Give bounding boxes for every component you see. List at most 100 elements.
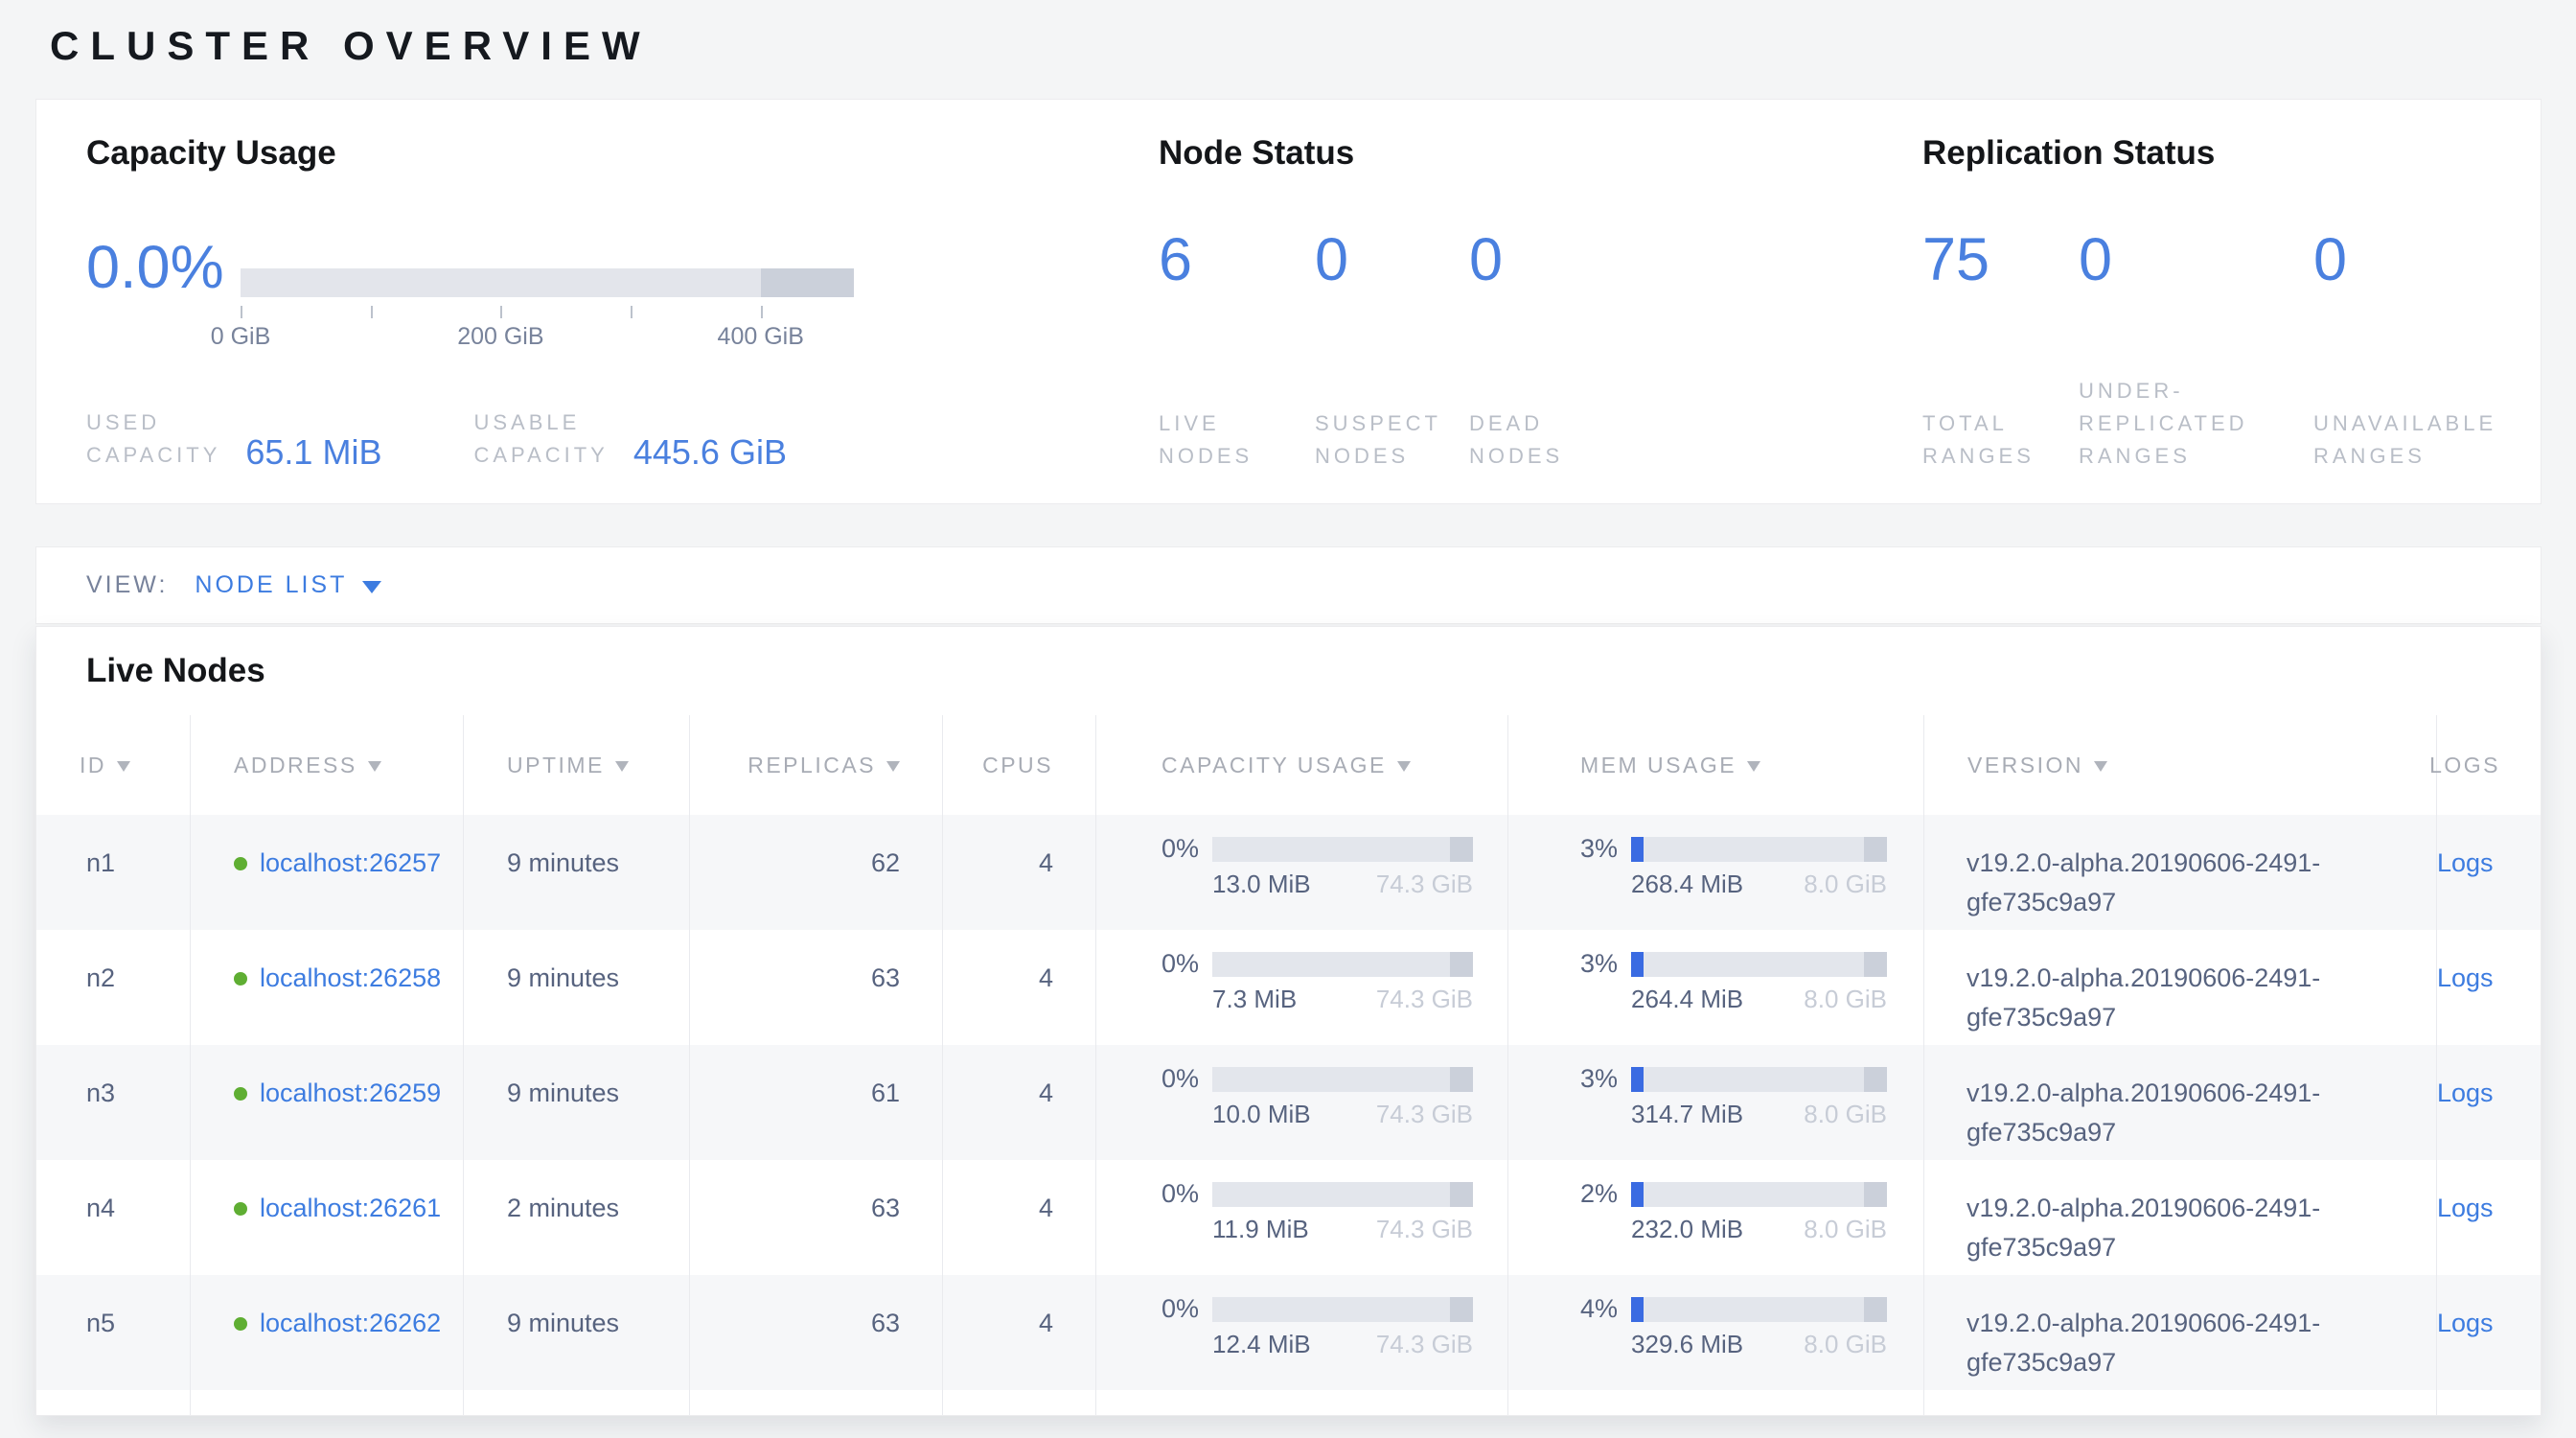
node-status-section: Node Status 6 LIVE NODES 0 SUSPECT NODES… <box>1159 134 1887 503</box>
mem-bar <box>1631 1067 1887 1092</box>
node-cpus: 4 <box>942 1160 1095 1275</box>
mem-bar <box>1631 837 1887 862</box>
column-header-uptime[interactable]: UPTIME <box>463 715 689 815</box>
capacity-bar <box>1212 837 1473 862</box>
sort-arrow-icon <box>2094 761 2107 772</box>
capacity-percent-value: 0.0% <box>86 238 224 298</box>
node-capacity-usage: 0% 10.0 MiB74.3 GiB <box>1095 1045 1507 1160</box>
node-id: n1 <box>36 815 190 930</box>
node-live-dot <box>234 1202 247 1216</box>
column-header-id[interactable]: ID <box>36 715 190 815</box>
chevron-down-icon <box>362 581 381 593</box>
total-ranges-count: 75 <box>1922 230 1990 290</box>
column-header-replicas[interactable]: REPLICAS <box>689 715 942 815</box>
suspect-nodes-count: 0 <box>1315 230 1348 290</box>
live-nodes-heading: Live Nodes <box>86 652 265 690</box>
used-capacity-stat: USED CAPACITY 65.1 MiB <box>86 406 381 472</box>
node-id: n4 <box>36 1160 190 1275</box>
node-cpus: 4 <box>942 815 1095 930</box>
capacity-usage-section: Capacity Usage 0.0% 0 GiB 200 GiB 400 Gi… <box>86 134 949 503</box>
under-replicated-ranges-label: UNDER- REPLICATED RANGES <box>2079 375 2248 473</box>
capacity-axis-ticks <box>241 306 854 319</box>
cluster-overview-page: CLUSTER OVERVIEW Capacity Usage 0.0% 0 G… <box>0 0 2576 1438</box>
logs-link[interactable]: Logs <box>2437 963 2494 992</box>
table-row: n5 localhost:26262 9 minutes 63 4 0% 12.… <box>36 1275 2542 1390</box>
logs-link[interactable]: Logs <box>2437 1078 2494 1107</box>
node-address-link[interactable]: localhost:26261 <box>260 1189 448 1228</box>
dead-nodes-label: DEAD NODES <box>1469 407 1563 473</box>
sort-arrow-icon <box>886 761 900 772</box>
capacity-bar <box>1212 1297 1473 1322</box>
column-header-capacity-usage[interactable]: CAPACITY USAGE <box>1095 715 1507 815</box>
logs-link[interactable]: Logs <box>2437 1194 2494 1222</box>
logs-link[interactable]: Logs <box>2437 848 2494 877</box>
axis-label-400gib: 400 GiB <box>718 323 804 351</box>
capacity-usage-bar <box>241 268 854 297</box>
capacity-usage-heading: Capacity Usage <box>86 134 949 173</box>
sort-arrow-icon <box>1747 761 1760 772</box>
node-cpus: 4 <box>942 1045 1095 1160</box>
live-nodes-table: ID ADDRESS UPTIME REPLICAS CPUS CAPACITY… <box>36 715 2542 1416</box>
node-replicas: 61 <box>689 1045 942 1160</box>
column-header-mem-usage[interactable]: MEM USAGE <box>1507 715 1923 815</box>
mem-bar <box>1631 952 1887 977</box>
unavailable-ranges-label: UNAVAILABLE RANGES <box>2313 407 2496 473</box>
used-capacity-label: USED CAPACITY <box>86 406 220 472</box>
node-live-dot <box>234 1087 247 1101</box>
node-address-link[interactable]: localhost:26257 <box>260 844 448 883</box>
live-nodes-stat: 6 LIVE NODES <box>1159 230 1192 473</box>
under-replicated-ranges-stat: 0 UNDER- REPLICATED RANGES <box>2079 230 2112 473</box>
node-id: n3 <box>36 1045 190 1160</box>
node-version: v19.2.0-alpha.20190606-2491-gfe735c9a97 <box>1923 1160 2436 1275</box>
node-uptime: 9 minutes <box>463 1275 689 1390</box>
node-capacity-usage: 0% 13.0 MiB74.3 GiB <box>1095 815 1507 930</box>
capacity-bar <box>1212 1067 1473 1092</box>
usable-capacity-label: USABLE CAPACITY <box>473 406 608 472</box>
replication-status-heading: Replication Status <box>1922 134 2517 173</box>
node-version: v19.2.0-alpha.20190606-2491-gfe735c9a97 <box>1923 1275 2436 1390</box>
dead-nodes-stat: 0 DEAD NODES <box>1469 230 1503 473</box>
capacity-bar <box>1212 1182 1473 1207</box>
node-address-link[interactable]: localhost:26258 <box>260 959 448 998</box>
node-uptime: 9 minutes <box>463 930 689 1045</box>
live-nodes-label: LIVE NODES <box>1159 407 1253 473</box>
column-header-address[interactable]: ADDRESS <box>190 715 463 815</box>
node-version: v19.2.0-alpha.20190606-2491-gfe735c9a97 <box>1923 815 2436 930</box>
column-header-cpus: CPUS <box>942 715 1095 815</box>
node-cpus: 4 <box>942 930 1095 1045</box>
mem-bar <box>1631 1182 1887 1207</box>
unavailable-ranges-count: 0 <box>2313 230 2347 290</box>
total-ranges-label: TOTAL RANGES <box>1922 407 2035 473</box>
table-row: n2 localhost:26258 9 minutes 63 4 0% 7.3… <box>36 930 2542 1045</box>
node-live-dot <box>234 857 247 870</box>
node-uptime: 9 minutes <box>463 1045 689 1160</box>
node-version: v19.2.0-alpha.20190606-2491-gfe735c9a97 <box>1923 930 2436 1045</box>
node-address-link[interactable]: localhost:26259 <box>260 1074 448 1113</box>
node-replicas: 63 <box>689 930 942 1045</box>
sort-arrow-icon <box>1397 761 1411 772</box>
axis-label-200gib: 200 GiB <box>457 323 543 351</box>
node-replicas: 62 <box>689 815 942 930</box>
sort-arrow-icon <box>368 761 381 772</box>
column-header-logs: LOGS <box>2436 715 2542 815</box>
node-cpus: 4 <box>942 1275 1095 1390</box>
capacity-usage-chart: 0 GiB 200 GiB 400 GiB <box>241 268 854 352</box>
node-mem-usage: 2% 232.0 MiB8.0 GiB <box>1507 1160 1923 1275</box>
capacity-axis-labels: 0 GiB 200 GiB 400 GiB <box>241 323 854 352</box>
capacity-reserved-segment <box>761 268 854 297</box>
column-header-version[interactable]: VERSION <box>1923 715 2436 815</box>
node-replicas: 63 <box>689 1275 942 1390</box>
node-live-dot <box>234 1317 247 1331</box>
capacity-bar <box>1212 952 1473 977</box>
table-header-row: ID ADDRESS UPTIME REPLICAS CPUS CAPACITY… <box>36 715 2542 815</box>
node-version: v19.2.0-alpha.20190606-2491-gfe735c9a97 <box>1923 1045 2436 1160</box>
logs-link[interactable]: Logs <box>2437 1309 2494 1337</box>
view-dropdown[interactable]: NODE LIST <box>195 571 381 599</box>
node-live-dot <box>234 972 247 986</box>
usable-capacity-value: 445.6 GiB <box>633 433 787 472</box>
dead-nodes-count: 0 <box>1469 230 1503 290</box>
table-row: n1 localhost:26257 9 minutes 62 4 0% 13.… <box>36 815 2542 930</box>
view-dropdown-value: NODE LIST <box>195 571 347 599</box>
node-address-link[interactable]: localhost:26262 <box>260 1304 448 1343</box>
used-capacity-value: 65.1 MiB <box>245 433 381 472</box>
